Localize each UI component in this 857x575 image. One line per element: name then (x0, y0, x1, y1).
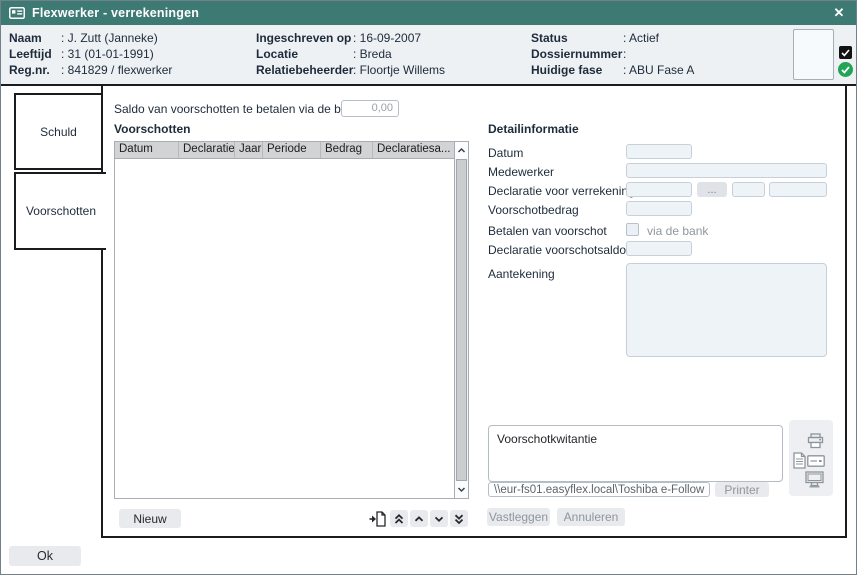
table-scrollbar[interactable] (454, 142, 468, 498)
photo-placeholder (793, 29, 834, 80)
voorschotten-table: Datum Declaratie Jaar Periode Bedrag Dec… (114, 141, 469, 499)
datum-field[interactable] (626, 144, 692, 159)
via-de-bank-checkbox[interactable] (626, 223, 639, 236)
document-list-item[interactable]: Voorschotkwitantie (497, 432, 597, 446)
detail-section-title: Detailinformatie (488, 122, 579, 136)
ingeschreven-value: : 16-09-2007 (353, 31, 421, 45)
tab-voorschotten-label: Voorschotten (26, 204, 96, 218)
declaratie-jaar-field[interactable] (732, 182, 765, 197)
regnr-label: Reg.nr. (9, 63, 50, 77)
move-first-button[interactable] (390, 510, 408, 527)
huidige-fase-label: Huidige fase (531, 63, 602, 77)
relatiebeheerder-value: : Floortje Willems (353, 63, 445, 77)
tab-schuld[interactable]: Schuld (14, 93, 103, 170)
betalen-van-voorschot-label: Betalen van voorschot (488, 224, 607, 238)
column-header-datum[interactable]: Datum (115, 142, 179, 158)
move-up-button[interactable] (410, 510, 428, 527)
regnr-value: : 841829 / flexwerker (61, 63, 172, 77)
via-de-bank-label: via de bank (647, 224, 708, 238)
printer-icon[interactable] (807, 433, 824, 449)
checkbox-checked-icon (839, 46, 852, 59)
saldo-field[interactable]: 0,00 (341, 100, 399, 117)
voorschotbedrag-field[interactable] (626, 201, 692, 216)
titlebar: Flexwerker - verrekeningen ✕ (1, 1, 856, 25)
scroll-up-icon[interactable] (455, 142, 468, 159)
printer-path-field[interactable]: \\eur-fs01.easyflex.local\Toshiba e-Foll… (488, 482, 710, 497)
print-options-panel (789, 420, 833, 496)
voorschotbedrag-label: Voorschotbedrag (488, 203, 579, 217)
scrollbar-thumb[interactable] (456, 159, 467, 481)
declaratie-voorschotsaldo-label: Declaratie voorschotsaldo (488, 243, 626, 257)
double-chevron-up-icon (393, 513, 405, 525)
ingeschreven-label: Ingeschreven op (256, 31, 351, 45)
declaratie-voor-verrekening-field[interactable] (626, 182, 692, 197)
locatie-value: : Breda (353, 47, 392, 61)
chevron-up-icon (413, 513, 425, 525)
medewerker-field[interactable] (626, 163, 827, 178)
payslip-icon[interactable] (807, 455, 825, 467)
nieuw-button[interactable]: Nieuw (119, 509, 181, 528)
monitor-icon[interactable] (805, 471, 824, 488)
document-icon[interactable] (793, 452, 806, 469)
printer-button[interactable]: Printer (715, 482, 769, 497)
tab-voorschotten[interactable]: Voorschotten (14, 172, 106, 250)
annuleren-button[interactable]: Annuleren (557, 508, 625, 526)
ok-button[interactable]: Ok (9, 546, 81, 566)
naam-label: Naam (9, 31, 42, 45)
move-last-button[interactable] (450, 510, 468, 527)
id-card-icon (9, 7, 25, 19)
column-header-periode[interactable]: Periode (263, 142, 321, 158)
status-ok-icon (838, 62, 853, 77)
header-info: Naam : J. Zutt (Janneke) Leeftijd : 31 (… (1, 25, 856, 86)
declaratie-periode-field[interactable] (769, 182, 827, 197)
declaratie-voor-verrekening-label: Declaratie voor verrekening (488, 184, 635, 198)
flexwerker-window: Flexwerker - verrekeningen ✕ Naam : J. Z… (0, 0, 857, 575)
column-header-bedrag[interactable]: Bedrag (321, 142, 373, 158)
window-title: Flexwerker - verrekeningen (32, 6, 199, 20)
leeftijd-label: Leeftijd (9, 47, 52, 61)
locatie-label: Locatie (256, 47, 298, 61)
vastleggen-button[interactable]: Vastleggen (487, 508, 550, 526)
huidige-fase-value: : ABU Fase A (623, 63, 694, 77)
dossiernummer-label: Dossiernummer (531, 47, 622, 61)
aantekening-textarea[interactable] (626, 263, 827, 357)
aantekening-label: Aantekening (488, 267, 555, 281)
table-body[interactable] (115, 159, 454, 498)
naam-value: : J. Zutt (Janneke) (61, 31, 158, 45)
leeftijd-value: : 31 (01-01-1991) (61, 47, 154, 61)
saldo-label: Saldo van voorschotten te betalen via de… (114, 102, 360, 116)
new-record-icon (369, 511, 386, 527)
move-down-button[interactable] (430, 510, 448, 527)
voorschotten-section-title: Voorschotten (114, 122, 190, 136)
column-header-jaar[interactable]: Jaar (235, 142, 263, 158)
close-icon[interactable]: ✕ (830, 5, 848, 21)
relatiebeheerder-label: Relatiebeheerder (256, 63, 353, 77)
declaratie-browse-button[interactable]: ... (697, 182, 727, 197)
datum-label: Datum (488, 146, 523, 160)
column-header-declaratie[interactable]: Declaratie (179, 142, 235, 158)
declaratie-voorschotsaldo-field[interactable] (626, 241, 692, 256)
medewerker-label: Medewerker (488, 165, 554, 179)
scroll-down-icon[interactable] (455, 481, 468, 498)
double-chevron-down-icon (453, 513, 465, 525)
dossiernummer-value: : (623, 47, 626, 61)
chevron-down-icon (433, 513, 445, 525)
status-label: Status (531, 31, 568, 45)
column-header-declaratiesaldo[interactable]: Declaratiesa... (373, 142, 454, 158)
status-value: : Actief (623, 31, 659, 45)
document-listbox[interactable]: Voorschotkwitantie (488, 425, 783, 482)
table-header-row: Datum Declaratie Jaar Periode Bedrag Dec… (115, 142, 454, 159)
tab-schuld-label: Schuld (40, 125, 77, 139)
